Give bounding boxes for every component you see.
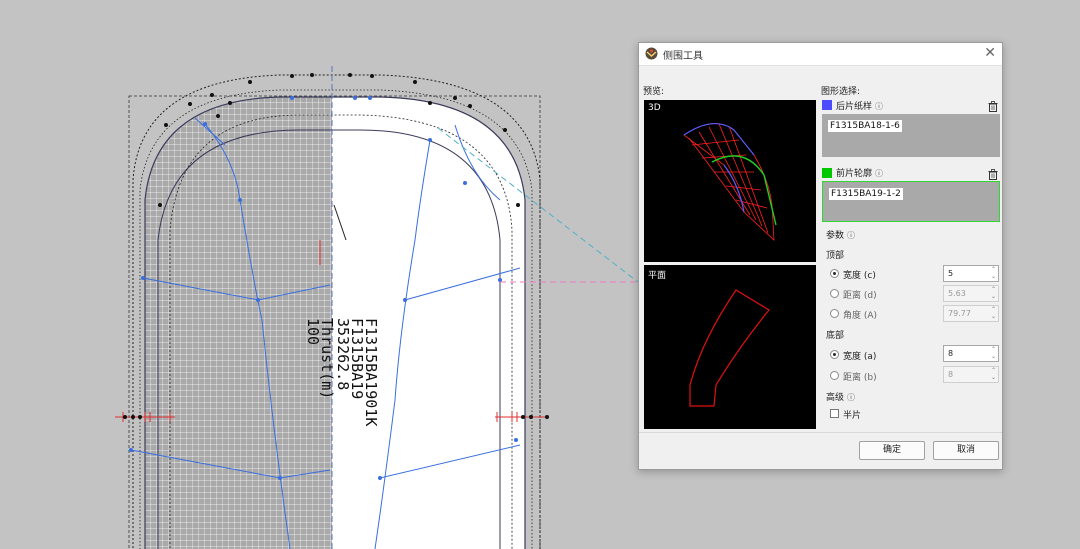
shape-select-label: 图形选择:: [821, 87, 861, 97]
trash-icon[interactable]: [988, 101, 998, 112]
front-piece-swatch: [822, 168, 832, 178]
front-piece-value: F1315BA19-1-2: [829, 188, 903, 200]
bottom-distance-label: 距离 (b): [843, 373, 877, 383]
close-icon[interactable]: ✕: [984, 45, 996, 61]
bottom-section-label: 底部: [826, 331, 845, 341]
preview-plane[interactable]: 平面: [644, 265, 816, 429]
top-width-input[interactable]: 5 ⌃ ⌄: [943, 265, 999, 282]
back-piece-value: F1315BA18-1-6: [828, 120, 902, 132]
rotated-label-5: 100: [304, 318, 322, 345]
preview-plane-drawing: [689, 289, 770, 407]
advanced-label: 高级 ⓘ: [826, 393, 856, 403]
top-distance-radio[interactable]: [830, 289, 839, 298]
bottom-distance-radio[interactable]: [830, 371, 839, 380]
top-angle-radio[interactable]: [830, 309, 839, 318]
trash-icon[interactable]: [988, 169, 998, 180]
half-piece-checkbox[interactable]: [830, 409, 839, 418]
dialog-titlebar[interactable]: 侧围工具 ✕: [639, 43, 1002, 66]
top-angle-label: 角度 (A): [843, 311, 878, 321]
bottom-distance-input[interactable]: 8 ⌃ ⌄: [943, 366, 999, 383]
preview-3d[interactable]: 3D: [644, 100, 816, 262]
params-label: 参数 ⓘ: [826, 231, 856, 241]
pattern-app-icon: [645, 47, 658, 60]
bottom-width-radio[interactable]: [830, 350, 839, 359]
spinner-arrows-icon: ⌃ ⌄: [990, 306, 996, 320]
half-piece-label: 半片: [843, 411, 862, 421]
top-section-label: 顶部: [826, 251, 845, 261]
top-angle-input[interactable]: 79.77 ⌃ ⌄: [943, 305, 999, 322]
info-icon: ⓘ: [847, 393, 856, 402]
front-piece-label: 前片轮廓 ⓘ: [836, 169, 884, 179]
top-distance-input[interactable]: 5.63 ⌃ ⌄: [943, 285, 999, 302]
spinner-arrows-icon: ⌃ ⌄: [990, 286, 996, 300]
preview-label: 预览:: [643, 87, 665, 97]
spinner-arrows-icon: ⌃ ⌄: [990, 367, 996, 381]
info-icon: ⓘ: [875, 169, 884, 178]
footer-divider: [639, 432, 1002, 433]
left-grid-fill: [145, 97, 332, 549]
bottom-width-label: 宽度 (a): [843, 352, 877, 362]
front-piece-selection[interactable]: F1315BA19-1-2: [822, 181, 1000, 222]
cancel-button[interactable]: 取消: [933, 441, 999, 460]
info-icon: ⓘ: [875, 102, 884, 111]
side-panel-tool-dialog: 侧围工具 ✕ 预览: 图形选择: 3D 平面 后片纸样 ⓘ F1315BA18-…: [638, 42, 1003, 470]
ok-button[interactable]: 确定: [859, 441, 925, 460]
bottom-width-input[interactable]: 8 ⌃ ⌄: [943, 345, 999, 362]
back-piece-swatch: [822, 100, 832, 110]
dialog-title: 侧围工具: [663, 51, 703, 62]
info-icon: ⓘ: [847, 231, 856, 240]
preview-3d-drawing: [683, 123, 777, 241]
top-width-label: 宽度 (c): [843, 271, 876, 281]
back-piece-label: 后片纸样 ⓘ: [836, 102, 884, 112]
spinner-arrows-icon: ⌃ ⌄: [990, 346, 996, 360]
spinner-arrows-icon: ⌃ ⌄: [990, 266, 996, 280]
top-width-radio[interactable]: [830, 269, 839, 278]
back-piece-selection[interactable]: F1315BA18-1-6: [822, 114, 1000, 157]
top-distance-label: 距离 (d): [843, 291, 877, 301]
